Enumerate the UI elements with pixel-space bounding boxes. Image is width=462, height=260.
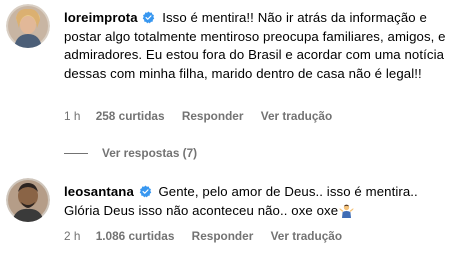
- likes-count[interactable]: 258 curtidas: [96, 109, 165, 123]
- person-shrugging-icon: [339, 203, 354, 218]
- username[interactable]: loreimprota: [64, 10, 138, 25]
- comment-time: 2 h: [64, 229, 81, 243]
- avatar[interactable]: [6, 4, 50, 48]
- likes-count[interactable]: 1.086 curtidas: [96, 229, 175, 243]
- username[interactable]: leosantana: [64, 184, 134, 199]
- view-replies-label: Ver respostas (7): [102, 146, 198, 160]
- verified-badge-icon: [139, 185, 152, 198]
- comment-time: 1 h: [64, 109, 81, 123]
- translate-button[interactable]: Ver tradução: [271, 229, 342, 243]
- comment-body: loreimprota Isso é mentira!! Não ir atrá…: [64, 9, 456, 83]
- comment-meta: 1 h 258 curtidas Responder Ver tradução: [64, 109, 346, 123]
- comment-meta: 2 h 1.086 curtidas Responder Ver traduçã…: [64, 229, 356, 243]
- reply-button[interactable]: Responder: [192, 229, 254, 243]
- view-replies-button[interactable]: Ver respostas (7): [64, 146, 197, 160]
- translate-button[interactable]: Ver tradução: [261, 109, 332, 123]
- reply-button[interactable]: Responder: [182, 109, 244, 123]
- comment-body: leosantana Gente, pelo amor de Deus.. is…: [64, 183, 456, 220]
- verified-badge-icon: [142, 11, 155, 24]
- avatar[interactable]: [6, 178, 50, 222]
- replies-divider: [64, 152, 88, 154]
